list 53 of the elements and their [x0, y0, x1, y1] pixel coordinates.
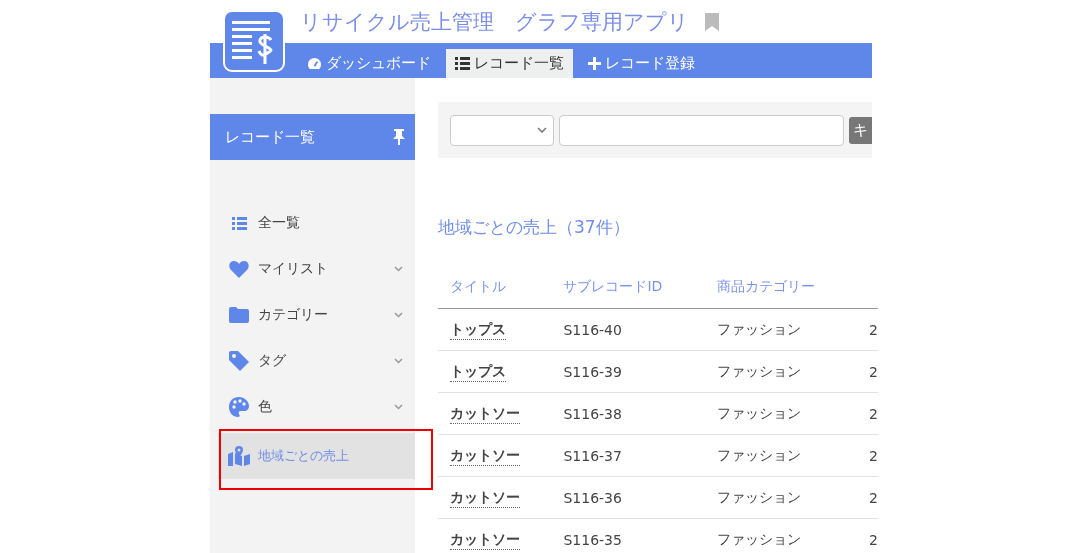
table-cell: ファッション — [704, 518, 858, 553]
logo-icon[interactable] — [223, 10, 285, 72]
nav-tab[interactable]: レコード一覧 — [446, 49, 573, 78]
table-cell: 2 — [857, 476, 878, 519]
sidebar-item[interactable]: マイリスト — [210, 246, 415, 292]
record-title-link[interactable]: カットソー — [450, 488, 520, 508]
search-field[interactable] — [559, 114, 844, 146]
tag-icon — [229, 351, 249, 371]
list-heading: 地域ごとの売上（37件） — [438, 216, 631, 239]
table-cell: 2 — [857, 350, 878, 393]
sidebar-item[interactable]: 全一覧 — [210, 200, 415, 246]
chevron-icon — [537, 127, 548, 133]
filter-dropdown[interactable] — [450, 114, 555, 146]
map-icon — [228, 446, 250, 466]
folder-icon — [229, 307, 249, 323]
table-cell: 2 — [857, 308, 878, 351]
record-title-link[interactable]: カットソー — [450, 446, 520, 466]
list-icon — [231, 216, 247, 230]
sidebar-item[interactable]: カテゴリー — [210, 292, 415, 338]
table-cell: ファッション — [704, 434, 858, 477]
table-cell: S116-35 — [551, 518, 705, 553]
record-title-link[interactable]: カットソー — [450, 530, 520, 550]
record-title-link[interactable]: トップス — [450, 320, 506, 340]
record-title-link[interactable]: トップス — [450, 362, 506, 382]
table-cell: S116-38 — [551, 392, 705, 435]
app-title: リサイクル売上管理 グラフ専用アプリ — [300, 8, 689, 36]
table-cell: ファッション — [704, 392, 858, 435]
palette-icon — [229, 397, 249, 417]
table-cell: S116-40 — [551, 308, 705, 351]
table-cell: ファッション — [704, 350, 858, 393]
table-cell: 2 — [857, 434, 878, 477]
bookmark-icon[interactable] — [705, 12, 719, 31]
gauge-icon — [307, 57, 322, 70]
record-title-link[interactable]: カットソー — [450, 404, 520, 424]
pin-icon[interactable] — [393, 129, 405, 145]
table-cell: 2 — [857, 392, 878, 435]
chevron-icon[interactable] — [394, 358, 403, 364]
heart-icon — [229, 260, 249, 278]
table-cell: S116-37 — [551, 434, 705, 477]
chevron-icon[interactable] — [394, 404, 403, 410]
table-cell: ファッション — [704, 308, 858, 351]
table-cell: S116-39 — [551, 350, 705, 393]
list-icon — [455, 57, 470, 70]
search-button[interactable]: キ — [849, 116, 872, 144]
sidebar-item[interactable]: 色 — [210, 384, 415, 430]
sidebar-title: レコード一覧 — [225, 127, 315, 147]
chevron-icon[interactable] — [394, 266, 403, 272]
plus-icon — [588, 57, 601, 70]
sidebar-item[interactable]: タグ — [210, 338, 415, 384]
table-cell: ファッション — [704, 476, 858, 519]
table-cell: S116-36 — [551, 476, 705, 519]
table-cell: 2 — [857, 518, 878, 553]
chevron-icon[interactable] — [394, 312, 403, 318]
